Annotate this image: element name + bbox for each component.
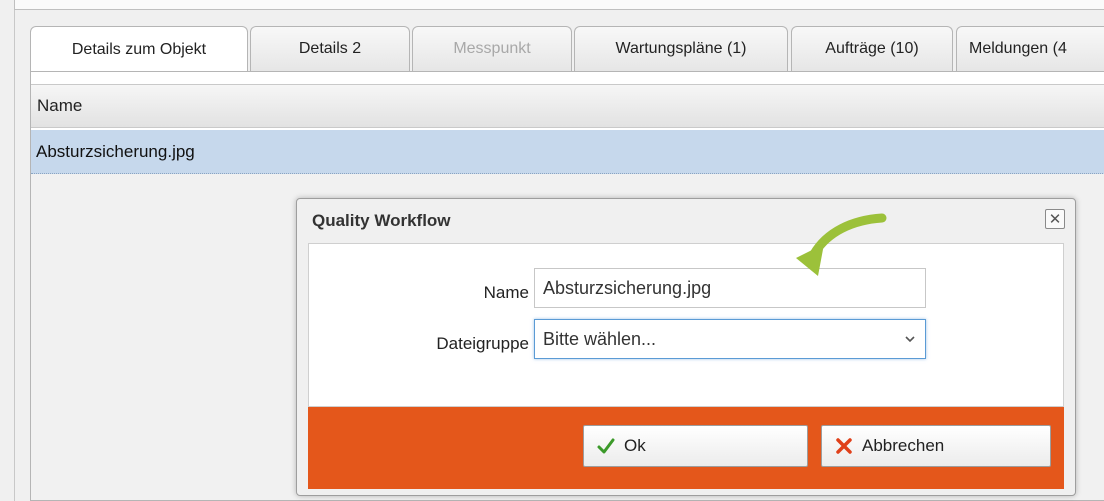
tab-wartungsplaene[interactable]: Wartungspläne (1) bbox=[574, 26, 788, 71]
ok-button[interactable]: Ok bbox=[583, 425, 808, 467]
quality-workflow-dialog: Quality Workflow ✕ Name Dateigruppe Bitt… bbox=[296, 198, 1076, 496]
close-x-icon bbox=[836, 438, 852, 454]
tab-messpunkt: Messpunkt bbox=[412, 26, 572, 71]
dialog-button-bar: Ok Abbrechen bbox=[308, 407, 1064, 489]
ok-button-label: Ok bbox=[624, 436, 646, 455]
dateigruppe-label: Dateigruppe bbox=[436, 334, 529, 353]
checkmark-icon bbox=[597, 438, 615, 454]
dialog-form: Name Dateigruppe Bitte wählen... bbox=[308, 243, 1064, 407]
tab-details-zum-objekt[interactable]: Details zum Objekt bbox=[30, 26, 248, 72]
name-input[interactable] bbox=[534, 268, 926, 308]
dateigruppe-select[interactable]: Bitte wählen... bbox=[534, 319, 926, 359]
dialog-title: Quality Workflow bbox=[312, 211, 451, 230]
file-name-cell: Absturzsicherung.jpg bbox=[36, 141, 195, 161]
column-header-label: Name bbox=[37, 96, 83, 115]
top-strip bbox=[0, 0, 1104, 10]
close-icon: ✕ bbox=[1048, 210, 1062, 228]
column-header-name[interactable]: Name bbox=[31, 84, 1104, 128]
left-border bbox=[14, 10, 15, 501]
chevron-down-icon bbox=[905, 336, 915, 343]
dateigruppe-selected-value: Bitte wählen... bbox=[543, 328, 657, 349]
tab-meldungen[interactable]: Meldungen (4 bbox=[956, 26, 1104, 71]
tab-auftraege[interactable]: Aufträge (10) bbox=[791, 26, 953, 71]
tab-bar: Details zum Objekt Details 2 Messpunkt W… bbox=[30, 26, 1104, 72]
cancel-button-label: Abbrechen bbox=[862, 436, 945, 455]
name-label: Name bbox=[483, 283, 529, 302]
cancel-button[interactable]: Abbrechen bbox=[821, 425, 1051, 467]
tab-details-2[interactable]: Details 2 bbox=[250, 26, 410, 71]
close-button[interactable]: ✕ bbox=[1045, 209, 1065, 229]
table-row[interactable]: Absturzsicherung.jpg bbox=[31, 130, 1104, 174]
